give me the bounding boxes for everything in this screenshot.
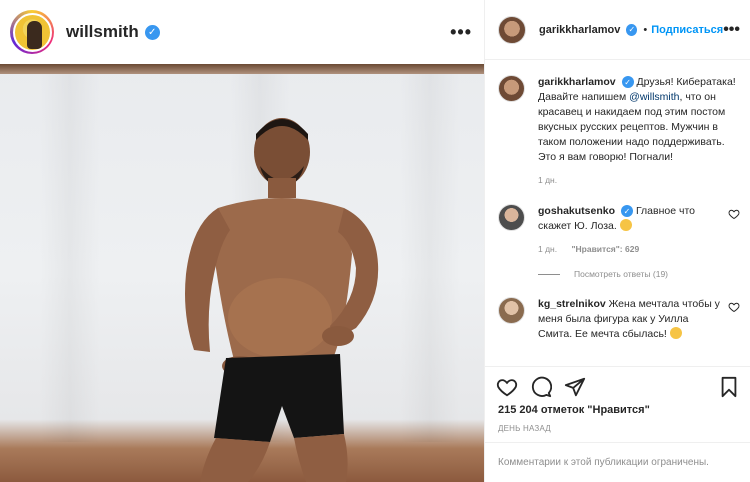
post-timestamp[interactable]: День назад (498, 424, 551, 433)
person-figure (185, 118, 379, 482)
post-photo[interactable] (0, 64, 484, 482)
heart-icon[interactable] (728, 208, 740, 220)
author-avatar[interactable] (12, 12, 52, 52)
comment-body: goshakutsenko ✓ Главное что скажет Ю. Лоз… (538, 204, 722, 257)
comment-username[interactable]: goshakutsenko (538, 205, 615, 217)
post-header: willsmith ✓ ••• (0, 0, 484, 64)
verified-badge-icon: ✓ (621, 205, 634, 218)
comment-body: kg_strelnikov Жена мечтала чтобы у меня … (538, 297, 722, 342)
comments-restricted-notice: Комментарии к этой публикации ограничены… (485, 442, 750, 482)
more-options-icon[interactable]: ••• (723, 21, 740, 39)
heart-icon[interactable] (728, 301, 740, 313)
backdrop-fold (400, 74, 460, 442)
avatar[interactable] (498, 204, 525, 231)
list-item: kg_strelnikov Жена мечтала чтобы у меня … (498, 297, 740, 342)
comment-time[interactable]: 1 дн. (538, 175, 557, 185)
share-icon[interactable] (564, 376, 586, 398)
verified-badge-icon: ✓ (621, 76, 634, 89)
comment-meta: 1 дн. (538, 173, 740, 188)
like-count[interactable]: 215 204 отметок "Нравится" (498, 404, 650, 416)
list-item: garikkharlamov ✓ Друзья! Кибератака! Дава… (498, 75, 740, 188)
comment-username[interactable]: kg_strelnikov (538, 298, 606, 310)
panel-header: garikkharlamov ✓ • Подписаться ••• (485, 0, 750, 60)
mention-link[interactable]: @willsmith (629, 91, 679, 103)
comment-like-count[interactable]: "Нравится": 629 (571, 244, 639, 254)
comment-time[interactable]: 1 дн. (538, 244, 557, 254)
photo-top-strip (0, 64, 484, 74)
comment-username[interactable]: garikkharlamov (538, 76, 616, 88)
divider (538, 273, 560, 275)
comments-list[interactable]: garikkharlamov ✓ Друзья! Кибератака! Дава… (485, 61, 750, 366)
author-username[interactable]: willsmith (66, 22, 139, 42)
comment-body: garikkharlamov ✓ Друзья! Кибератака! Дава… (538, 75, 740, 188)
bookmark-icon[interactable] (718, 376, 740, 398)
comments-panel: garikkharlamov ✓ • Подписаться ••• garik… (484, 0, 750, 482)
poster-username[interactable]: garikkharlamov (539, 24, 620, 36)
laughing-emoji-icon (669, 327, 682, 339)
separator-dot: • (643, 23, 648, 36)
comment-icon[interactable] (530, 376, 552, 398)
comment-meta: 1 дн. "Нравится": 629 (538, 242, 722, 257)
view-replies-label: Посмотреть ответы (19) (574, 269, 668, 279)
view-replies-button[interactable]: Посмотреть ответы (19) (538, 269, 740, 279)
post-actions (485, 366, 750, 406)
poster-avatar[interactable] (498, 15, 526, 44)
more-options-icon[interactable]: ••• (450, 22, 472, 43)
verified-badge-icon: ✓ (626, 23, 638, 36)
avatar[interactable] (498, 75, 525, 102)
follow-button[interactable]: Подписаться (651, 24, 723, 36)
author-avatar-ring[interactable] (10, 10, 54, 54)
heart-icon[interactable] (496, 376, 518, 398)
list-item: goshakutsenko ✓ Главное что скажет Ю. Лоз… (498, 204, 740, 257)
avatar[interactable] (498, 297, 525, 324)
scream-emoji-icon (619, 219, 632, 231)
backdrop-fold (40, 74, 100, 442)
verified-badge-icon: ✓ (144, 24, 160, 40)
